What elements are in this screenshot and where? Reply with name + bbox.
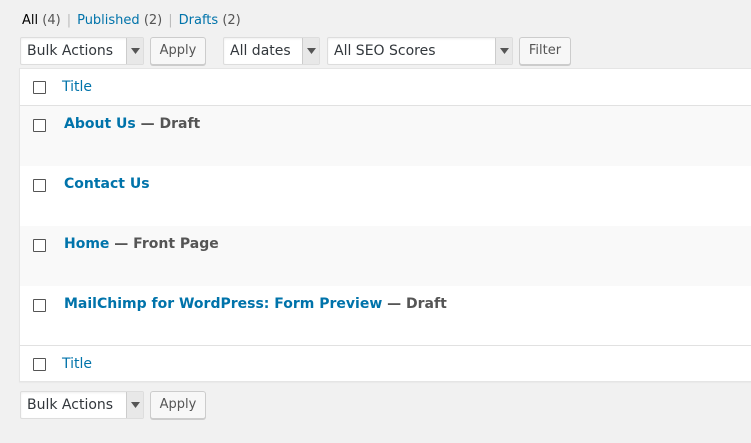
table-row: Home — Front Page: [20, 226, 751, 286]
row-post-state: — Draft: [135, 116, 201, 132]
chevron-down-icon: [126, 392, 143, 418]
view-drafts-count: (2): [222, 13, 241, 28]
row-post-state: — Draft: [382, 296, 447, 312]
row-checkbox[interactable]: [33, 119, 46, 132]
row-title: Home — Front Page: [64, 236, 219, 253]
apply-button-bottom[interactable]: Apply: [150, 391, 206, 419]
chevron-down-icon: [495, 38, 512, 64]
bulk-actions-value: Bulk Actions: [27, 397, 114, 413]
view-published-count: (2): [143, 13, 163, 28]
view-all-count: (4): [42, 13, 61, 28]
row-title-link[interactable]: Home: [64, 236, 109, 252]
view-published-link[interactable]: Published: [77, 13, 140, 28]
seo-score-filter-value: All SEO Scores: [334, 43, 436, 59]
bulk-actions-value: Bulk Actions: [27, 43, 114, 59]
bulk-actions-select-top[interactable]: Bulk Actions: [20, 37, 144, 65]
view-drafts-link[interactable]: Drafts: [179, 13, 219, 28]
row-title: MailChimp for WordPress: Form Preview — …: [64, 296, 447, 313]
table-row: Contact Us: [20, 166, 751, 226]
title-column-sort-link[interactable]: Title: [62, 79, 92, 96]
view-separator: |: [168, 13, 173, 28]
row-checkbox[interactable]: [33, 239, 46, 252]
row-title-link[interactable]: MailChimp for WordPress: Form Preview: [64, 296, 382, 312]
view-published-label: Published: [77, 13, 140, 28]
view-all-link[interactable]: All: [22, 13, 38, 28]
table-footer-row: Title: [20, 345, 751, 382]
view-all-label: All: [22, 13, 39, 28]
row-title-link[interactable]: About Us: [64, 116, 136, 132]
chevron-down-icon: [126, 38, 143, 64]
table-row: About Us — Draft: [20, 106, 751, 166]
row-checkbox[interactable]: [33, 179, 46, 192]
row-title-link[interactable]: Contact Us: [64, 176, 150, 192]
bulk-actions-select-bottom[interactable]: Bulk Actions: [20, 391, 144, 419]
select-all-checkbox-footer[interactable]: [33, 358, 46, 371]
date-filter-value: All dates: [230, 43, 291, 59]
row-checkbox[interactable]: [33, 299, 46, 312]
apply-button-top[interactable]: Apply: [150, 37, 206, 65]
select-all-checkbox[interactable]: [33, 81, 46, 94]
title-column-sort-link-footer[interactable]: Title: [62, 356, 92, 373]
view-separator: |: [66, 13, 72, 28]
status-views: All (4) | Published (2) | Drafts (2): [22, 12, 241, 30]
row-title: Contact Us: [64, 176, 150, 193]
row-title: About Us — Draft: [64, 116, 200, 133]
chevron-down-icon: [302, 38, 319, 64]
table-header-row: Title: [20, 69, 751, 106]
seo-score-filter-select[interactable]: All SEO Scores: [327, 37, 513, 65]
row-post-state: — Front Page: [109, 236, 219, 252]
view-drafts-label: Drafts: [178, 13, 219, 28]
filter-button[interactable]: Filter: [519, 37, 571, 65]
date-filter-select[interactable]: All dates: [223, 37, 320, 65]
table-row: MailChimp for WordPress: Form Preview — …: [20, 286, 751, 345]
pages-table: Title About Us — Draft Contact Us Home —…: [19, 68, 751, 382]
